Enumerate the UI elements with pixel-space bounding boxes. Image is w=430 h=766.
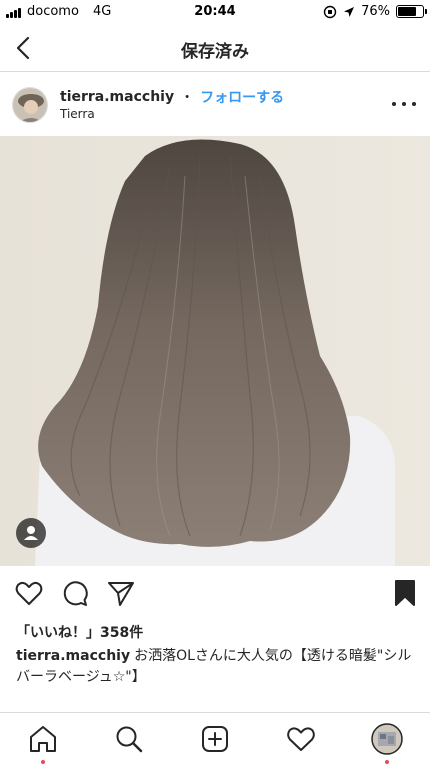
orientation-lock-icon [323, 5, 337, 18]
save-button[interactable] [390, 578, 420, 608]
add-post-icon [202, 726, 228, 752]
post-location[interactable]: Tierra [60, 107, 95, 121]
hair-photo-image [0, 136, 430, 566]
post-caption: tierra.macchiy お洒落OLさんに大人気の【透ける暗髪"シルバーラベー… [16, 646, 416, 688]
username-line: tierra.macchiy ・ フォローする [60, 87, 284, 107]
comment-icon [63, 581, 88, 606]
location-arrow-icon [344, 6, 355, 17]
page-title: 保存済み [181, 42, 249, 62]
heart-icon [287, 727, 315, 751]
tab-profile[interactable] [371, 723, 403, 755]
profile-avatar [371, 723, 403, 755]
heart-icon [15, 581, 43, 605]
ellipsis-icon[interactable] [392, 95, 416, 113]
battery-percent: 76% [361, 4, 390, 19]
separator: ・ [180, 90, 195, 106]
post-photo[interactable] [0, 136, 430, 566]
home-notification-dot [41, 760, 45, 764]
battery-fill [398, 7, 417, 16]
tab-bar [0, 712, 430, 766]
bookmark-filled-icon [395, 580, 415, 606]
comment-button[interactable] [60, 578, 90, 608]
tab-activity[interactable] [285, 723, 317, 755]
user-tag-icon[interactable] [16, 518, 46, 548]
action-row [0, 572, 430, 612]
tab-home[interactable] [27, 723, 59, 755]
follow-button[interactable]: フォローする [200, 87, 284, 107]
send-icon [108, 582, 134, 606]
post-header: tierra.macchiy ・ フォローする Tierra [0, 73, 430, 135]
battery-icon [396, 5, 427, 18]
home-icon [30, 726, 56, 752]
likes-count[interactable]: 「いいね！」358件 [16, 622, 143, 642]
caption-username[interactable]: tierra.macchiy [16, 648, 130, 664]
status-right: 76% [323, 4, 427, 19]
status-bar: docomo 4G 20:44 76% [0, 0, 430, 24]
like-button[interactable] [14, 578, 44, 608]
avatar-image [13, 88, 47, 122]
tab-add[interactable] [199, 723, 231, 755]
tab-search[interactable] [113, 723, 145, 755]
user-silhouette-icon [24, 526, 38, 540]
search-icon [116, 726, 143, 753]
nav-bar: 保存済み [0, 24, 430, 72]
author-username[interactable]: tierra.macchiy [60, 89, 174, 105]
share-button[interactable] [106, 578, 136, 608]
author-avatar[interactable] [12, 87, 48, 123]
profile-notification-dot [385, 760, 389, 764]
